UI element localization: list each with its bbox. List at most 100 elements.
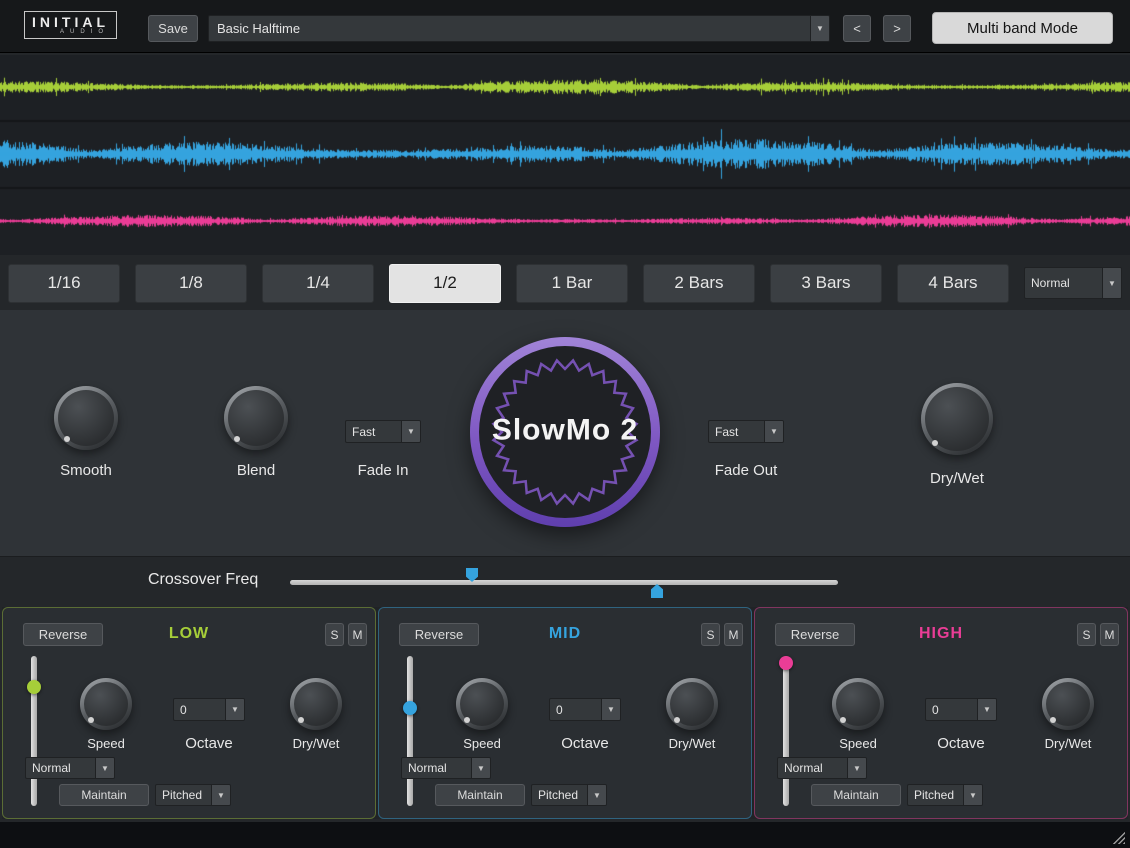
octave-value: 0 — [174, 703, 225, 717]
band-volume-handle[interactable] — [27, 680, 41, 694]
top-bar: INITIAL AUDIO Save Basic Halftime ▼ < > … — [0, 0, 1130, 53]
band-volume-track[interactable] — [31, 656, 37, 806]
band-volume-track[interactable] — [407, 656, 413, 806]
octave-label: Octave — [161, 735, 257, 752]
crossover-label: Crossover Freq — [148, 571, 258, 589]
division-button-2-bars[interactable]: 2 Bars — [643, 264, 755, 303]
division-mode-select[interactable]: Normal ▼ — [1024, 267, 1122, 299]
octave-value: 0 — [550, 703, 601, 717]
smooth-label: Smooth — [36, 462, 136, 479]
pitch-mode-select[interactable]: Pitched ▼ — [155, 784, 231, 806]
maintain-button[interactable]: Maintain — [435, 784, 525, 806]
crossover-section: Crossover Freq — [0, 556, 1130, 607]
octave-select[interactable]: 0 ▼ — [925, 698, 997, 721]
band-drywet-knob[interactable] — [1042, 678, 1094, 730]
band-mode-select[interactable]: Normal ▼ — [401, 757, 491, 779]
band-mode-value: Normal — [778, 761, 847, 775]
waveform-display — [0, 55, 1130, 255]
blend-knob[interactable] — [224, 386, 288, 450]
chevron-down-icon: ▼ — [471, 758, 490, 778]
chevron-down-icon: ▼ — [587, 785, 606, 805]
crossover-mid-high-handle[interactable] — [651, 584, 663, 598]
solo-button[interactable]: S — [1077, 623, 1096, 646]
mute-button[interactable]: M — [1100, 623, 1119, 646]
solo-button[interactable]: S — [325, 623, 344, 646]
pitch-mode-value: Pitched — [908, 788, 963, 802]
speed-knob[interactable] — [832, 678, 884, 730]
fade-in-label: Fade In — [345, 462, 421, 479]
pitch-mode-select[interactable]: Pitched ▼ — [531, 784, 607, 806]
mute-button[interactable]: M — [348, 623, 367, 646]
smooth-knob[interactable] — [54, 386, 118, 450]
band-volume-handle[interactable] — [779, 656, 793, 670]
reverse-button[interactable]: Reverse — [23, 623, 103, 646]
band-mode-value: Normal — [402, 761, 471, 775]
save-button[interactable]: Save — [148, 15, 198, 42]
preset-prev-button[interactable]: < — [843, 15, 871, 42]
slowmo2-plugin-window: INITIAL AUDIO Save Basic Halftime ▼ < > … — [0, 0, 1130, 848]
band-volume-slider[interactable] — [779, 656, 793, 806]
band-panel-low: Reverse LOW S M Speed 0 ▼ Octave Dry/Wet… — [2, 607, 376, 819]
preset-next-button[interactable]: > — [883, 15, 911, 42]
speed-label: Speed — [440, 736, 524, 751]
octave-select[interactable]: 0 ▼ — [549, 698, 621, 721]
band-drywet-knob[interactable] — [290, 678, 342, 730]
division-button-3-bars[interactable]: 3 Bars — [770, 264, 882, 303]
multiband-mode-button[interactable]: Multi band Mode — [932, 12, 1113, 44]
band-mode-select[interactable]: Normal ▼ — [25, 757, 115, 779]
speed-knob[interactable] — [456, 678, 508, 730]
band-volume-slider[interactable] — [403, 656, 417, 806]
fade-out-label: Fade Out — [708, 462, 784, 479]
pitch-mode-select[interactable]: Pitched ▼ — [907, 784, 983, 806]
chevron-down-icon: ▼ — [977, 699, 996, 720]
speed-label: Speed — [64, 736, 148, 751]
division-button-1-4[interactable]: 1/4 — [262, 264, 374, 303]
division-button-1-16[interactable]: 1/16 — [8, 264, 120, 303]
mute-button[interactable]: M — [724, 623, 743, 646]
chevron-down-icon: ▼ — [810, 16, 829, 41]
main-drywet-knob[interactable] — [921, 383, 993, 455]
band-mode-value: Normal — [26, 761, 95, 775]
fade-out-value: Fast — [709, 425, 764, 439]
octave-label: Octave — [537, 735, 633, 752]
division-mode-value: Normal — [1025, 276, 1102, 290]
division-buttons-row: 1/16 1/8 1/4 1/2 1 Bar 2 Bars 3 Bars 4 B… — [8, 263, 1122, 303]
pitch-mode-value: Pitched — [532, 788, 587, 802]
chevron-down-icon: ▼ — [401, 421, 420, 442]
division-button-1-bar[interactable]: 1 Bar — [516, 264, 628, 303]
reverse-button[interactable]: Reverse — [399, 623, 479, 646]
maintain-button[interactable]: Maintain — [59, 784, 149, 806]
solo-button[interactable]: S — [701, 623, 720, 646]
band-panel-high: Reverse HIGH S M Speed 0 ▼ Octave Dry/We… — [754, 607, 1128, 819]
initial-audio-logo: INITIAL AUDIO — [24, 11, 117, 39]
fade-in-select[interactable]: Fast ▼ — [345, 420, 421, 443]
fade-out-select[interactable]: Fast ▼ — [708, 420, 784, 443]
octave-label: Octave — [913, 735, 1009, 752]
crossover-slider-track[interactable] — [290, 580, 838, 585]
blend-label: Blend — [206, 462, 306, 479]
division-button-1-8[interactable]: 1/8 — [135, 264, 247, 303]
maintain-button[interactable]: Maintain — [811, 784, 901, 806]
division-button-1-2[interactable]: 1/2 — [389, 264, 501, 303]
band-drywet-label: Dry/Wet — [1032, 736, 1104, 751]
main-drywet-label: Dry/Wet — [907, 470, 1007, 487]
octave-value: 0 — [926, 703, 977, 717]
division-button-4-bars[interactable]: 4 Bars — [897, 264, 1009, 303]
band-volume-track[interactable] — [783, 656, 789, 806]
band-mode-select[interactable]: Normal ▼ — [777, 757, 867, 779]
reverse-button[interactable]: Reverse — [775, 623, 855, 646]
band-drywet-knob[interactable] — [666, 678, 718, 730]
chevron-down-icon: ▼ — [225, 699, 244, 720]
logo-subtext: AUDIO — [32, 29, 109, 36]
resize-grip[interactable] — [1110, 829, 1125, 844]
speed-knob[interactable] — [80, 678, 132, 730]
preset-select[interactable]: Basic Halftime ▼ — [208, 15, 830, 42]
chevron-down-icon: ▼ — [847, 758, 866, 778]
bottom-bar — [0, 822, 1130, 848]
slowmo-logo-inner: SlowMo 2 — [479, 346, 651, 518]
fade-in-value: Fast — [346, 425, 401, 439]
band-volume-slider[interactable] — [27, 656, 41, 806]
chevron-down-icon: ▼ — [1102, 268, 1121, 298]
octave-select[interactable]: 0 ▼ — [173, 698, 245, 721]
band-volume-handle[interactable] — [403, 701, 417, 715]
